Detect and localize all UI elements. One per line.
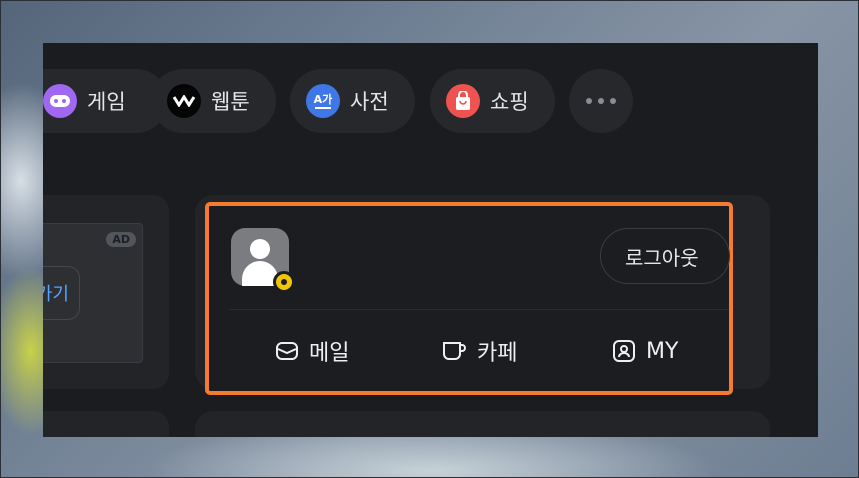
cafe-label: 카페 [477, 341, 518, 366]
more-button[interactable] [569, 69, 633, 133]
my-label: MY [646, 338, 679, 364]
left-lower-card [43, 411, 169, 437]
profile-panel-highlight: 로그아웃 메일 카페 MY [205, 202, 733, 395]
nav-item-label: 웹툰 [211, 90, 250, 114]
dictionary-icon: A가 [306, 84, 340, 118]
mail-icon [275, 340, 299, 362]
ad-badge: AD [106, 232, 136, 247]
cafe-link[interactable]: 카페 [441, 328, 517, 374]
ad-go-button[interactable]: 가기 [43, 266, 80, 320]
mail-label: 메일 [309, 341, 350, 366]
ad-banner[interactable]: AD 가기 [43, 223, 143, 363]
app-window: 게임 웹툰 A가 사전 쇼핑 AD 기 로그아웃 메일 카페 MY [43, 43, 818, 437]
my-link[interactable]: MY [612, 328, 678, 374]
logout-button[interactable]: 로그아웃 [600, 228, 730, 284]
nav-item-label: 사전 [350, 90, 389, 114]
status-badge-icon [273, 271, 295, 293]
shopping-bag-icon [446, 84, 480, 118]
game-controller-icon [43, 84, 77, 118]
right-lower-card [195, 411, 770, 437]
avatar[interactable] [231, 228, 295, 293]
nav-item-webtoon[interactable]: 웹툰 [151, 69, 276, 133]
person-badge-icon [612, 339, 636, 363]
nav-item-dictionary[interactable]: A가 사전 [290, 69, 415, 133]
nav-item-label: 게임 [87, 90, 126, 114]
avatar-icon [250, 239, 270, 259]
ad-card: AD 가기 [43, 195, 169, 389]
screenshot-frame: 게임 웹툰 A가 사전 쇼핑 AD 기 로그아웃 메일 카페 MY [0, 0, 859, 478]
mail-link[interactable]: 메일 [275, 328, 349, 374]
divider [229, 309, 729, 310]
cup-icon [441, 340, 467, 362]
nav-item-label: 쇼핑 [490, 90, 529, 114]
nav-item-game[interactable]: 게임 [43, 69, 168, 133]
more-dots-icon [583, 98, 619, 104]
webtoon-icon [167, 84, 201, 118]
nav-item-shopping[interactable]: 쇼핑 [430, 69, 555, 133]
